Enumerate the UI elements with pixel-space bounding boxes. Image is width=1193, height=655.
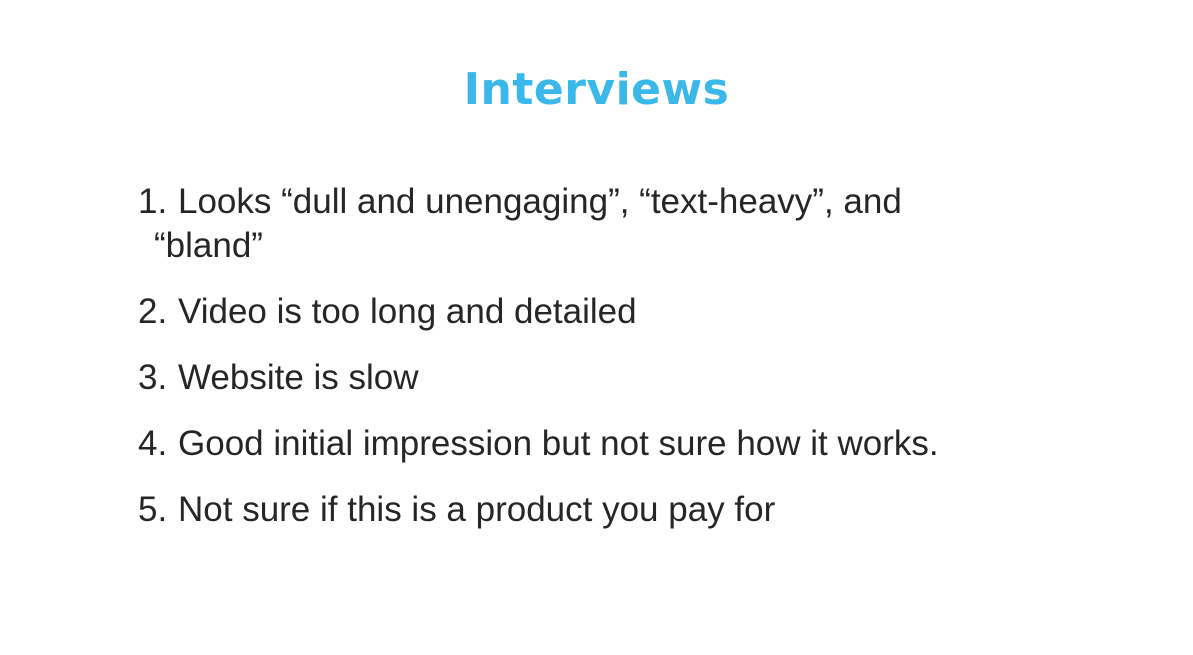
list-item: 5. Not sure if this is a product you pay… [138, 488, 1068, 532]
list-item-text-line: “bland” [154, 226, 263, 265]
list-item-text-line: Looks “dull and unengaging”, “text-heavy… [178, 182, 902, 221]
list-item-text: Website is slow [178, 358, 419, 397]
list-item-number: 2. [138, 292, 168, 331]
list-item: 2. Video is too long and detailed [138, 290, 1068, 334]
list-item-number: 4. [138, 424, 168, 463]
list-item-text: Looks “dull and unengaging”, “text-heavy… [154, 180, 1068, 268]
list-item-number: 1. [138, 182, 168, 221]
list-item: 3. Website is slow [138, 356, 1068, 400]
slide: Interviews 1. Looks “dull and unengaging… [0, 0, 1193, 655]
list-item: 1. Looks “dull and unengaging”, “text-he… [138, 180, 1068, 268]
list-item: 4. Good initial impression but not sure … [138, 422, 1068, 466]
slide-title: Interviews [463, 64, 730, 115]
findings-list: 1. Looks “dull and unengaging”, “text-he… [138, 180, 1068, 554]
list-item-number: 5. [138, 490, 168, 529]
list-item-number: 3. [138, 358, 168, 397]
list-item-text: Good initial impression but not sure how… [178, 424, 939, 463]
list-item-text: Video is too long and detailed [178, 292, 637, 331]
list-item-text: Not sure if this is a product you pay fo… [178, 490, 776, 529]
